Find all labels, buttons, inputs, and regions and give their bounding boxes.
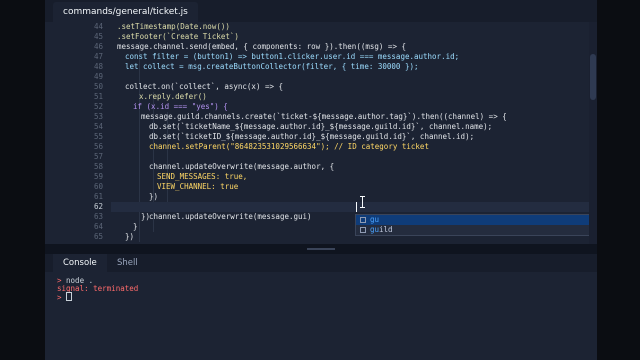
suggestion-text-icon: [360, 227, 366, 233]
tab-shell-label: Shell: [117, 258, 138, 268]
line-number: 52: [93, 102, 103, 111]
line-number: 59: [93, 172, 103, 181]
code-line: message.guild.channels.create(`ticket-${…: [141, 112, 507, 122]
line-number: 50: [93, 82, 103, 91]
code-line-active[interactable]: channel.updateOverwrite(message.gui): [111, 202, 597, 221]
code-line-text: .setFooter(`Create Ticket`): [117, 32, 239, 41]
tab-console[interactable]: Console: [53, 254, 107, 272]
line-number: 56: [93, 142, 103, 151]
code-line-text: VIEW_CHANNEL: true: [157, 182, 239, 191]
code-line-text: collect.on(`collect`, async(x) => {: [125, 82, 284, 91]
line-number: 47: [93, 52, 103, 61]
code-line-text: message.channel.send(embed, { components…: [117, 42, 406, 51]
line-number: 51: [93, 92, 103, 101]
code-line: }): [141, 212, 150, 222]
code-line-text: x.reply.defer(): [139, 92, 207, 101]
file-tab-bar: commands/general/ticket.js: [45, 0, 597, 23]
console-cursor: [66, 292, 73, 301]
code-line-text: channel.setParent("864823531029566634");…: [149, 142, 429, 151]
tab-console-label: Console: [63, 258, 97, 268]
line-number: 53: [93, 112, 103, 121]
line-number: 45: [93, 32, 103, 41]
line-number: 58: [93, 162, 103, 171]
autocomplete-popup[interactable]: gu guild: [355, 214, 591, 236]
line-number: 57: [93, 152, 103, 161]
code-line: db.set(`ticketID_${message.author.id}_${…: [149, 132, 474, 142]
code-line-text: const filter = (button1) => button1.clic…: [125, 52, 460, 61]
text-cursor: [356, 202, 357, 212]
code-line-text: channel.updateOverwrite(message.gui): [149, 212, 312, 221]
code-line-text: db.set(`ticketName_${message.author.id}_…: [149, 122, 493, 131]
code-line: .setFooter(`Create Ticket`): [117, 32, 239, 42]
code-line: }): [149, 192, 158, 202]
code-line: channel.updateOverwrite(message.author, …: [149, 162, 334, 172]
code-line-text: db.set(`ticketID_${message.author.id}_${…: [149, 132, 475, 141]
code-line-text: SEND_MESSAGES: true,: [157, 172, 248, 181]
code-line: const filter = (button1) => button1.clic…: [125, 52, 459, 62]
code-area[interactable]: .setTimestamp(Date.now()) .setFooter(`Cr…: [111, 22, 597, 244]
suggestion-match: gu: [370, 225, 380, 234]
code-line-text: }): [125, 232, 135, 241]
code-line-text: let collect = msg.createButtonCollector(…: [125, 62, 419, 71]
line-number: 49: [93, 72, 103, 81]
line-number: 55: [93, 132, 103, 141]
mouse-cursor-icon: [360, 196, 365, 208]
code-line: let collect = msg.createButtonCollector(…: [125, 62, 419, 72]
code-line-text: }): [141, 212, 151, 221]
code-line: channel.setParent("864823531029566634");…: [149, 142, 429, 152]
tab-shell[interactable]: Shell: [107, 254, 148, 272]
line-number: 61: [93, 192, 103, 201]
autocomplete-item[interactable]: gu: [356, 215, 590, 225]
line-number: 54: [93, 122, 103, 131]
file-tab[interactable]: commands/general/ticket.js: [53, 2, 198, 22]
code-line-text: .setTimestamp(Date.now()): [117, 22, 230, 31]
console-tab-bar: Console Shell: [45, 254, 597, 272]
code-line: }): [125, 232, 134, 242]
code-line-text: }: [133, 222, 138, 231]
code-line: }: [133, 222, 138, 232]
suggestion-text-icon: [360, 217, 366, 223]
code-line: SEND_MESSAGES: true,: [157, 172, 247, 182]
resize-grip-icon: [307, 248, 335, 250]
code-line-text: message.guild.channels.create(`ticket-${…: [141, 112, 507, 121]
code-line: x.reply.defer(): [139, 92, 207, 102]
repl-ide: commands/general/ticket.js 44 45 46 47 4…: [45, 0, 597, 360]
line-number: 48: [93, 62, 103, 71]
file-tab-title: commands/general/ticket.js: [63, 7, 188, 17]
line-number-active: 62: [93, 202, 103, 211]
console-output[interactable]: > node . signal: terminated >: [45, 272, 597, 360]
pane-resize-handle[interactable]: [45, 244, 597, 254]
code-line: message.channel.send(embed, { components…: [117, 42, 406, 52]
line-number-gutter: 44 45 46 47 48 49 50 51 52 53 54 55 56 5…: [45, 22, 111, 244]
line-number: 44: [93, 22, 103, 31]
code-editor[interactable]: 44 45 46 47 48 49 50 51 52 53 54 55 56 5…: [45, 22, 597, 244]
line-number: 63: [93, 212, 103, 221]
code-line-text: if (x.id === "yes") {: [133, 102, 228, 111]
code-line-text: }): [149, 192, 159, 201]
scrollbar-thumb[interactable]: [590, 54, 596, 100]
suggestion-rest: ild: [379, 225, 393, 234]
code-line: .setTimestamp(Date.now()): [117, 22, 230, 32]
line-number: 46: [93, 42, 103, 51]
suggestion-match: gu: [370, 215, 380, 224]
code-line-text: channel.updateOverwrite(message.author, …: [149, 162, 335, 171]
autocomplete-item[interactable]: guild: [356, 225, 590, 235]
console-input-line[interactable]: >: [57, 292, 73, 302]
line-number: 64: [93, 222, 103, 231]
code-line: if (x.id === "yes") {: [133, 102, 228, 112]
prompt-symbol: >: [57, 293, 62, 302]
line-number: 65: [93, 232, 103, 241]
code-line: VIEW_CHANNEL: true: [157, 182, 238, 192]
code-line: collect.on(`collect`, async(x) => {: [125, 82, 283, 92]
line-number: 60: [93, 182, 103, 191]
code-line: db.set(`ticketName_${message.author.id}_…: [149, 122, 492, 132]
editor-scrollbar[interactable]: [589, 22, 597, 244]
